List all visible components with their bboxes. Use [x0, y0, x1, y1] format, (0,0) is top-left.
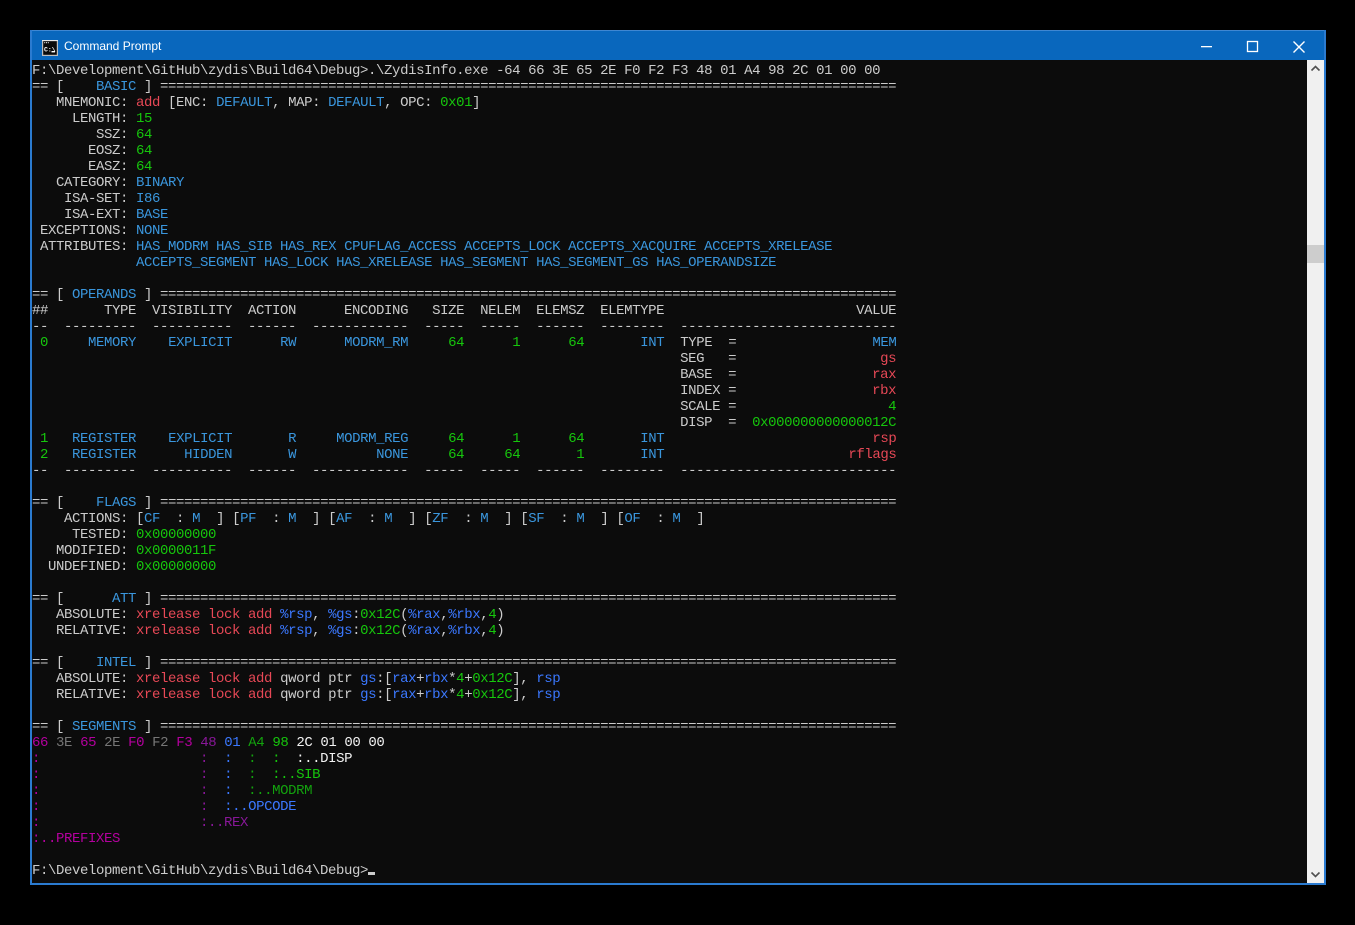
svg-text:C:\: C:\ — [44, 47, 56, 54]
